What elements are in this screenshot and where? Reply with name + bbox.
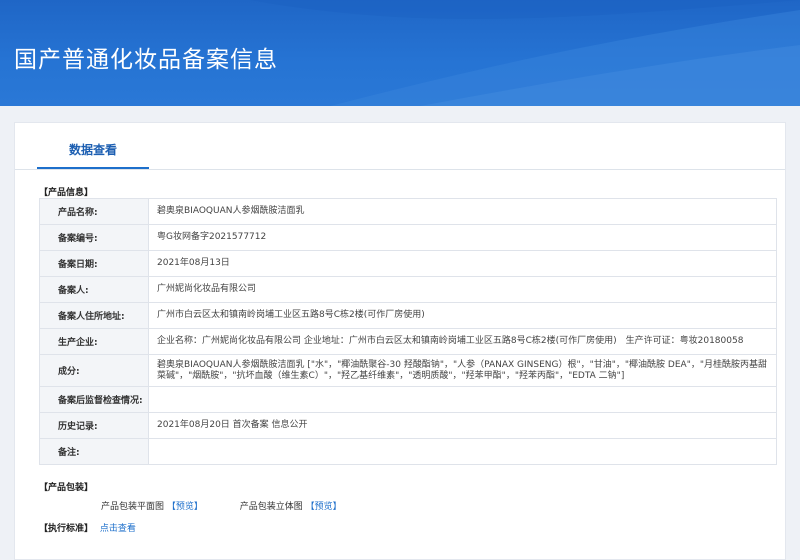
filer-address-value: 广州市白云区太和镇南岭岗埔工业区五路8号C栋2楼(可作厂房使用) bbox=[148, 302, 777, 329]
packaging-heading: 【产品包装】 bbox=[39, 483, 94, 493]
inspection-value bbox=[148, 386, 777, 413]
packaging-item-label: 产品包装立体图 bbox=[239, 502, 303, 512]
preview-flat-link[interactable]: 【预览】 bbox=[167, 502, 203, 512]
view-standard-link[interactable]: 点击查看 bbox=[100, 524, 136, 534]
table-row: 备案日期: 2021年08月13日 bbox=[39, 250, 777, 277]
filer-value: 广州妮尚化妆品有限公司 bbox=[148, 276, 777, 303]
standard-row: 【执行标准】 点击查看 bbox=[39, 521, 136, 534]
filing-date-value: 2021年08月13日 bbox=[148, 250, 777, 277]
table-row: 生产企业: 企业名称：广州妮尚化妆品有限公司 企业地址：广州市白云区太和镇南岭岗… bbox=[39, 328, 777, 355]
row-label: 备案人: bbox=[39, 276, 149, 303]
table-row: 备案人住所地址: 广州市白云区太和镇南岭岗埔工业区五路8号C栋2楼(可作厂房使用… bbox=[39, 302, 777, 329]
tab-divider bbox=[15, 169, 785, 170]
packaging-item-label: 产品包装平面图 bbox=[101, 502, 165, 512]
product-info-heading: 【产品信息】 bbox=[39, 188, 94, 198]
packaging-row: 产品包装平面图 【预览】 产品包装立体图 【预览】 bbox=[101, 499, 376, 512]
page-header: 国产普通化妆品备案信息 bbox=[0, 0, 800, 106]
table-row: 备案后监督检查情况: bbox=[39, 386, 777, 413]
content-panel: 数据查看 【产品信息】 产品名称: 碧奥泉BIAOQUAN人参烟酰胺洁面乳 备案… bbox=[14, 122, 786, 560]
row-label: 备案人住所地址: bbox=[39, 302, 149, 329]
product-info-table: 产品名称: 碧奥泉BIAOQUAN人参烟酰胺洁面乳 备案编号: 粤G妆网备字20… bbox=[39, 198, 777, 465]
tab-data-view[interactable]: 数据查看 bbox=[37, 123, 149, 169]
packaging-item: 产品包装平面图 【预览】 bbox=[101, 499, 203, 512]
row-label: 备案日期: bbox=[39, 250, 149, 277]
row-label: 备案编号: bbox=[39, 224, 149, 251]
packaging-item: 产品包装立体图 【预览】 bbox=[240, 499, 342, 512]
standard-heading: 【执行标准】 bbox=[39, 524, 94, 534]
product-name-value: 碧奥泉BIAOQUAN人参烟酰胺洁面乳 bbox=[148, 198, 777, 225]
table-row: 产品名称: 碧奥泉BIAOQUAN人参烟酰胺洁面乳 bbox=[39, 198, 777, 225]
history-value: 2021年08月20日 首次备案 信息公开 bbox=[148, 412, 777, 439]
table-row: 备案人: 广州妮尚化妆品有限公司 bbox=[39, 276, 777, 303]
table-row: 备注: bbox=[39, 438, 777, 465]
table-row: 备案编号: 粤G妆网备字2021577712 bbox=[39, 224, 777, 251]
table-row: 历史记录: 2021年08月20日 首次备案 信息公开 bbox=[39, 412, 777, 439]
row-label: 生产企业: bbox=[39, 328, 149, 355]
row-label: 备注: bbox=[39, 438, 149, 465]
row-label: 成分: bbox=[39, 354, 149, 387]
remarks-value bbox=[148, 438, 777, 465]
ingredients-value: 碧奥泉BIAOQUAN人参烟酰胺洁面乳 ["水"，"椰油酰聚谷-30 羟酸酯钠"… bbox=[148, 354, 777, 387]
page-title: 国产普通化妆品备案信息 bbox=[14, 47, 278, 73]
table-row: 成分: 碧奥泉BIAOQUAN人参烟酰胺洁面乳 ["水"，"椰油酰聚谷-30 羟… bbox=[39, 354, 777, 387]
row-label: 历史记录: bbox=[39, 412, 149, 439]
row-label: 备案后监督检查情况: bbox=[39, 386, 149, 413]
filing-number-value: 粤G妆网备字2021577712 bbox=[148, 224, 777, 251]
row-label: 产品名称: bbox=[39, 198, 149, 225]
preview-3d-link[interactable]: 【预览】 bbox=[306, 502, 342, 512]
manufacturer-value: 企业名称：广州妮尚化妆品有限公司 企业地址：广州市白云区太和镇南岭岗埔工业区五路… bbox=[148, 328, 777, 355]
